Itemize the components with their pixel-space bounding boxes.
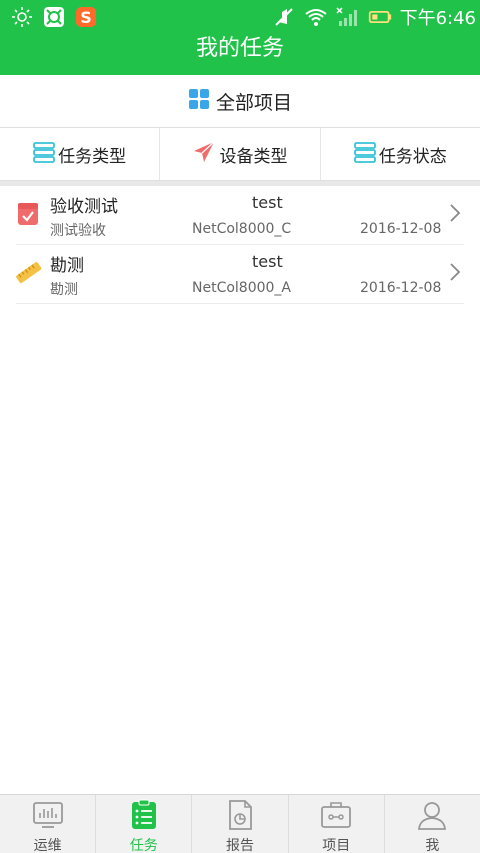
- filter-bar: 任务类型 设备类型 任务状态: [0, 128, 480, 181]
- nav-item-me[interactable]: 我: [385, 795, 480, 853]
- app-header: S 下午6:46 我的任务: [0, 0, 480, 75]
- bottom-nav: 运维 任务 报告 项目 我: [0, 794, 480, 853]
- report-icon: [224, 799, 256, 831]
- task-name: 勘测: [50, 256, 84, 276]
- brightness-icon: [10, 5, 34, 29]
- task-device: NetCol8000_C: [192, 221, 292, 237]
- sogou-icon: S: [74, 5, 98, 29]
- task-row[interactable]: 验收测试 测试验收 test NetCol8000_C 2016-12-08: [16, 186, 464, 245]
- nav-label: 任务: [129, 838, 158, 853]
- task-subtitle: 勘测: [50, 282, 78, 298]
- page-title: 我的任务: [195, 36, 284, 61]
- ruler-icon: [16, 259, 42, 287]
- filter-label: 设备类型: [219, 146, 288, 167]
- battery-icon: [368, 5, 392, 29]
- filter-label: 任务状态: [378, 146, 447, 167]
- task-row[interactable]: 勘测 勘测 test NetCol8000_A 2016-12-08: [16, 245, 464, 304]
- grid-icon: [188, 88, 210, 114]
- user-icon: [416, 799, 448, 831]
- filter-task-type[interactable]: 任务类型: [0, 128, 161, 180]
- nav-item-tasks[interactable]: 任务: [96, 795, 193, 853]
- signal-icon: [336, 5, 360, 29]
- app-notification-icon: [42, 5, 66, 29]
- filter-device-type[interactable]: 设备类型: [160, 128, 321, 180]
- list-icon: [353, 141, 376, 167]
- nav-label: 运维: [33, 838, 62, 853]
- nav-label: 报告: [226, 838, 254, 853]
- task-date: 2016-12-08: [360, 221, 442, 237]
- task-subtitle: 测试验收: [50, 223, 106, 239]
- filter-label: 任务类型: [58, 146, 127, 167]
- monitor-icon: [32, 799, 64, 831]
- task-project: test: [252, 252, 283, 271]
- checklist-icon: [16, 200, 42, 228]
- nav-item-ops[interactable]: 运维: [0, 795, 97, 853]
- task-list: 验收测试 测试验收 test NetCol8000_C 2016-12-08 勘…: [0, 186, 480, 304]
- chevron-right-icon: [448, 261, 462, 283]
- task-icon: [128, 799, 160, 831]
- task-name: 验收测试: [50, 197, 118, 217]
- nav-label: 我: [425, 838, 440, 853]
- task-project: test: [252, 193, 283, 212]
- status-time: 下午6:46: [399, 8, 476, 29]
- send-icon: [192, 140, 216, 168]
- all-projects-selector[interactable]: 全部项目: [0, 75, 480, 128]
- nav-label: 项目: [322, 838, 351, 853]
- mute-icon: [272, 5, 296, 29]
- project-icon: [320, 799, 352, 831]
- nav-item-reports[interactable]: 报告: [192, 795, 289, 853]
- all-projects-label: 全部项目: [215, 91, 292, 114]
- task-device: NetCol8000_A: [192, 280, 292, 296]
- chevron-right-icon: [448, 202, 462, 224]
- svg-text:S: S: [80, 8, 92, 27]
- filter-task-status[interactable]: 任务状态: [321, 128, 480, 180]
- list-icon: [33, 141, 56, 167]
- task-date: 2016-12-08: [360, 280, 442, 296]
- wifi-icon: [304, 5, 328, 29]
- nav-item-projects[interactable]: 项目: [289, 795, 385, 853]
